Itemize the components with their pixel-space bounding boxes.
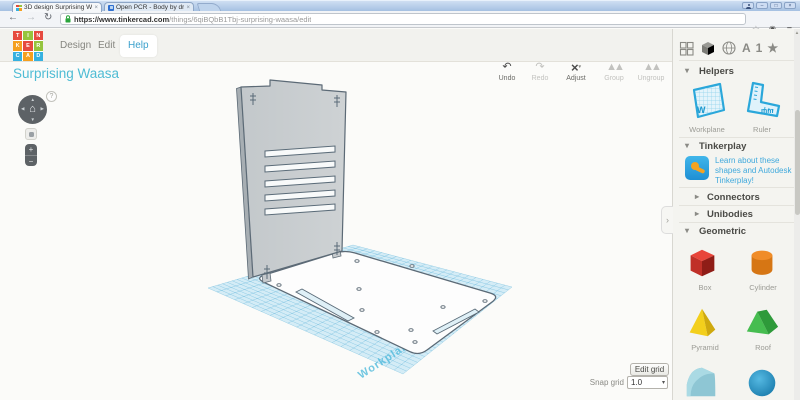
- zoom-out-button[interactable]: −: [25, 156, 37, 167]
- shape-label: Roof: [737, 343, 789, 352]
- undo-label: Undo: [499, 75, 516, 82]
- chevron-down-icon: ▾: [685, 141, 689, 150]
- tinkerplay-app-icon[interactable]: [685, 156, 709, 180]
- shape-sphere-icon[interactable]: [743, 363, 781, 400]
- workplane-category-icon[interactable]: [679, 40, 695, 56]
- browser-tab-active[interactable]: 3D design Surprising Waa ×: [12, 2, 102, 12]
- snap-grid-value: 1.0: [631, 378, 642, 387]
- shape-label: Pyramid: [681, 343, 729, 352]
- scrollbar-thumb[interactable]: [795, 110, 800, 215]
- number-category-icon[interactable]: 1: [756, 41, 763, 55]
- ungroup-label: Ungroup: [638, 75, 665, 82]
- shape-round-roof-icon[interactable]: [683, 361, 721, 400]
- tinkercad-app-window: { "browser": { "tabs": [ { "title": "3D …: [0, 0, 800, 400]
- snap-grid-label: Snap grid: [586, 378, 624, 387]
- edit-grid-button[interactable]: Edit grid: [630, 363, 669, 376]
- adjust-label: Adjust: [566, 75, 585, 82]
- tab-close-icon[interactable]: ×: [94, 5, 98, 11]
- divider: [679, 60, 795, 61]
- shape-label: Box: [681, 283, 729, 292]
- redo-button[interactable]: ↷ Redo: [524, 60, 556, 88]
- group-label: Group: [604, 75, 623, 82]
- divider: [679, 222, 795, 223]
- ungroup-button[interactable]: ▲▲ Ungroup: [632, 60, 670, 88]
- redo-label: Redo: [532, 75, 549, 82]
- orbit-control[interactable]: ⌂ ▲ ▼ ◀ ▶: [18, 95, 47, 124]
- tinkerplay-link[interactable]: Learn about these shapes and Autodesk Ti…: [715, 156, 795, 186]
- svg-text:W: W: [697, 105, 706, 115]
- helper-workplane-icon[interactable]: W: [687, 80, 727, 122]
- shape-cylinder-icon[interactable]: [743, 245, 781, 281]
- chevron-right-icon: ▸: [695, 192, 699, 201]
- sidebar-collapse-handle[interactable]: ›: [661, 206, 673, 234]
- group-button[interactable]: ▲▲ Group: [596, 60, 632, 88]
- chevron-down-icon: ▾: [685, 66, 689, 75]
- chevron-down-icon: ▾: [662, 377, 665, 389]
- adjust-icon: ×▾: [571, 60, 581, 75]
- scroll-up-icon[interactable]: ▲: [794, 30, 800, 35]
- edit-toolbar: ↶ Undo ↷ Redo ×▾ Adjust ▲▲ Group ▲▲ Ungr…: [490, 60, 670, 88]
- vertical-plate-object[interactable]: [237, 80, 347, 283]
- fit-view-button[interactable]: [25, 128, 37, 140]
- zoom-control: + −: [25, 144, 37, 166]
- tinkercad-favicon-icon: [16, 5, 22, 11]
- shape-roof-icon[interactable]: [743, 305, 781, 341]
- shape-box-icon[interactable]: [683, 244, 721, 282]
- divider: [679, 187, 795, 188]
- rotate-right-icon[interactable]: ▶: [41, 106, 44, 112]
- adjust-button[interactable]: ×▾ Adjust: [556, 60, 596, 88]
- helper-label: Workplane: [681, 125, 733, 134]
- section-label: Connectors: [707, 192, 760, 203]
- snap-grid-select[interactable]: 1.0 ▾: [627, 376, 668, 389]
- divider: [679, 205, 795, 206]
- favorites-category-icon[interactable]: ★: [767, 41, 778, 55]
- cube-category-icon[interactable]: [700, 40, 716, 56]
- chevron-down-icon: ▾: [685, 226, 689, 235]
- divider: [679, 137, 795, 138]
- redo-icon: ↷: [535, 60, 544, 75]
- shape-category-row: A 1 ★: [679, 38, 793, 58]
- helper-ruler-icon[interactable]: mm: [741, 80, 783, 122]
- group-icon: ▲▲: [606, 60, 622, 75]
- tinkerplay-glyph: [695, 166, 706, 174]
- helper-label: Ruler: [737, 125, 787, 134]
- shape-pyramid-icon[interactable]: [683, 303, 721, 343]
- fit-view-icon: [29, 132, 35, 138]
- rotate-left-icon[interactable]: ◀: [21, 106, 24, 112]
- svg-text:mm: mm: [761, 108, 773, 115]
- rotate-down-icon[interactable]: ▼: [31, 117, 35, 122]
- zoom-in-button[interactable]: +: [25, 144, 37, 156]
- shape-label: Cylinder: [737, 283, 789, 292]
- sidebar-scrollbar[interactable]: ▲: [794, 29, 800, 400]
- sphere-category-icon[interactable]: [721, 40, 737, 56]
- section-label: Unibodies: [707, 209, 753, 220]
- shapes-sidebar: A 1 ★ ▾ Helpers W mm Workplane Ruler ▾ T…: [672, 29, 800, 400]
- design-title: Surprising Waasa: [13, 66, 119, 81]
- undo-icon: ↶: [502, 60, 511, 75]
- rotate-up-icon[interactable]: ▲: [31, 97, 35, 102]
- tab-title: 3D design Surprising Waa: [24, 4, 92, 11]
- section-label: Geometric: [699, 226, 746, 237]
- section-label: Helpers: [699, 66, 734, 77]
- undo-button[interactable]: ↶ Undo: [490, 60, 524, 88]
- section-label: Tinkerplay: [699, 141, 746, 152]
- chevron-right-icon: ▸: [695, 209, 699, 218]
- text-category-icon[interactable]: A: [742, 41, 751, 55]
- help-button[interactable]: ?: [46, 91, 57, 102]
- ungroup-icon: ▲▲: [643, 60, 659, 75]
